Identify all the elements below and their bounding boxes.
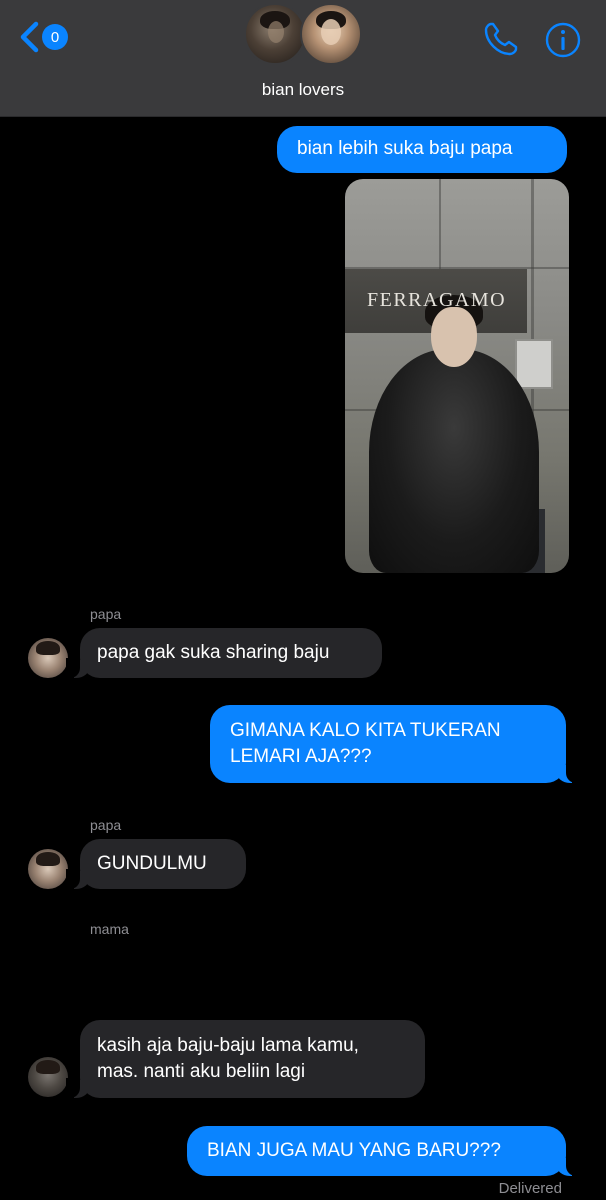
group-member-avatar	[300, 3, 362, 65]
photo-sign-text: FERRAGAMO	[367, 289, 507, 311]
outgoing-message[interactable]: BIAN JUGA MAU YANG BARU???	[187, 1126, 580, 1176]
messages-screen: 0 bian lovers bian lebih suka baju papa …	[0, 0, 606, 1200]
photo-attachment[interactable]: FERRAGAMO	[345, 179, 569, 573]
emoji-message[interactable]: 😭😭😭	[96, 950, 271, 1008]
message-text-line: LEMARI AJA???	[230, 746, 372, 767]
avatar[interactable]	[28, 849, 68, 889]
message-text: GUNDULMU	[97, 853, 207, 874]
incoming-message[interactable]: GUNDULMU	[66, 839, 246, 889]
avatar[interactable]	[28, 638, 68, 678]
message-text: papa gak suka sharing baju	[97, 642, 330, 663]
info-icon[interactable]	[544, 21, 582, 59]
message-text: BIAN JUGA MAU YANG BARU???	[207, 1140, 501, 1161]
message-text-line: kasih aja baju-baju lama kamu,	[97, 1035, 359, 1056]
phone-icon[interactable]	[482, 20, 520, 58]
message-text-line: GIMANA KALO KITA TUKERAN	[230, 720, 501, 741]
incoming-message[interactable]: kasih aja baju-baju lama kamu, mas. nant…	[66, 1020, 425, 1098]
outgoing-message[interactable]: bian lebih suka baju papa	[277, 126, 567, 173]
avatar[interactable]	[28, 1057, 68, 1097]
group-avatars[interactable]	[244, 3, 362, 65]
message-text: bian lebih suka baju papa	[297, 138, 513, 159]
outgoing-message[interactable]: GIMANA KALO KITA TUKERAN LEMARI AJA???	[210, 705, 580, 783]
conversation-header: 0 bian lovers	[0, 0, 606, 117]
group-member-avatar	[244, 3, 306, 65]
message-text-line: mas. nanti aku beliin lagi	[97, 1061, 306, 1082]
group-name[interactable]: bian lovers	[0, 80, 606, 100]
back-chevron-icon	[18, 21, 40, 53]
sender-name: papa	[90, 606, 122, 622]
sender-name: mama	[90, 921, 129, 937]
incoming-message[interactable]: papa gak suka sharing baju	[66, 628, 382, 678]
unread-count-badge: 0	[42, 24, 68, 50]
back-button[interactable]: 0	[18, 20, 68, 54]
delivery-status: Delivered	[498, 1180, 562, 1197]
sender-name: papa	[90, 817, 122, 833]
